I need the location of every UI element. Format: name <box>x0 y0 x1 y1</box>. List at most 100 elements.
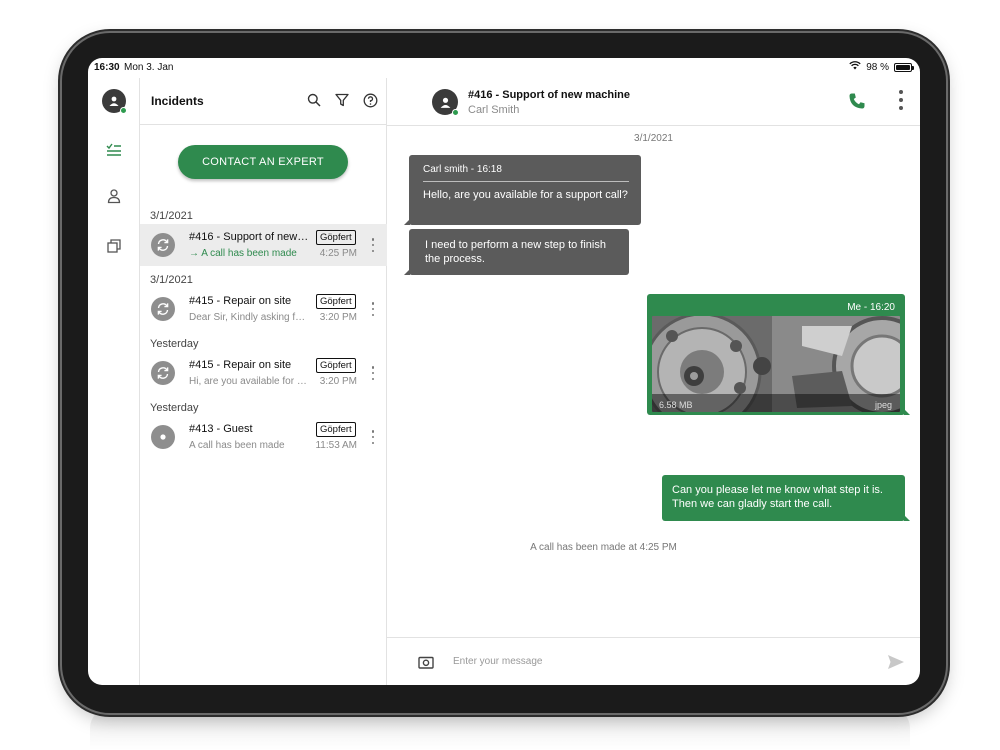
system-message: A call has been made at 4:25 PM <box>530 542 677 553</box>
filter-button[interactable] <box>332 90 352 110</box>
screen: 16:30 Mon 3. Jan 98 % Incidents CONTACT … <box>88 58 920 685</box>
bubble-tail <box>904 515 910 521</box>
message-input[interactable] <box>453 650 853 672</box>
group-date: 3/1/2021 <box>150 210 193 222</box>
file-size: 6.58 MB <box>659 400 693 410</box>
incident-title: #416 - Support of new machine <box>189 231 309 243</box>
status-date: Mon 3. Jan <box>124 62 174 73</box>
send-icon <box>888 655 904 669</box>
message-text: Can you please let me know what step it … <box>672 484 883 510</box>
panel-tools <box>304 90 380 110</box>
file-format: jpeg <box>874 400 892 410</box>
panel-title: Incidents <box>151 94 204 108</box>
status-icon <box>151 361 175 385</box>
battery-fill <box>896 64 910 70</box>
refresh-icon <box>157 239 169 251</box>
incident-title: #415 - Repair on site <box>189 359 292 371</box>
more-options-icon[interactable] <box>898 90 904 110</box>
status-icon <box>151 425 175 449</box>
camera-button[interactable] <box>417 655 435 669</box>
company-tag: Göpfert <box>316 294 356 309</box>
group-date: Yesterday <box>150 338 199 350</box>
filter-icon <box>335 93 349 107</box>
phone-icon <box>849 93 865 109</box>
contact-expert-button[interactable]: CONTACT AN EXPERT <box>178 145 348 179</box>
chat-date: 3/1/2021 <box>634 133 673 144</box>
incident-preview: A call has been made <box>189 440 285 451</box>
record-icon <box>160 434 166 440</box>
person-icon <box>107 189 121 204</box>
status-icon <box>151 297 175 321</box>
incident-item[interactable]: #413 - Guest A call has been made Göpfer… <box>140 416 387 458</box>
online-indicator <box>452 109 459 116</box>
search-icon <box>307 93 321 107</box>
nav-contacts[interactable] <box>104 186 124 206</box>
stage: 16:30 Mon 3. Jan 98 % Incidents CONTACT … <box>0 0 1000 750</box>
incident-title: #413 - Guest <box>189 423 253 435</box>
nav-sessions[interactable] <box>104 236 124 256</box>
photo-caption: 6.58 MB jpeg <box>652 394 900 412</box>
search-button[interactable] <box>304 90 324 110</box>
incident-title: #415 - Repair on site <box>189 295 292 307</box>
bubble-tail <box>904 409 910 415</box>
company-tag: Göpfert <box>316 358 356 373</box>
user-avatar[interactable] <box>102 89 127 114</box>
windows-icon <box>107 239 121 253</box>
chat-pane: #416 - Support of new machine Carl Smith… <box>387 78 920 685</box>
checklist-icon <box>106 143 121 156</box>
help-button[interactable] <box>360 90 380 110</box>
group-date: 3/1/2021 <box>150 274 193 286</box>
chat-title: #416 - Support of new machine <box>468 89 630 101</box>
incident-time: 3:20 PM <box>319 312 357 323</box>
online-indicator <box>120 107 127 114</box>
incident-item[interactable]: #416 - Support of new machine → A call h… <box>140 224 387 266</box>
more-options-icon[interactable] <box>371 238 375 252</box>
camera-icon <box>418 656 434 669</box>
incident-item[interactable]: #415 - Repair on site Dear Sir, Kindly a… <box>140 288 387 330</box>
wifi-icon <box>849 61 861 73</box>
message-author: Carl smith - 16:18 <box>423 164 502 175</box>
nav-incidents[interactable] <box>104 140 124 160</box>
more-options-icon[interactable] <box>371 302 375 316</box>
machine-photo[interactable]: 6.58 MB jpeg <box>652 316 900 412</box>
outgoing-message: Can you please let me know what step it … <box>662 475 910 521</box>
message-composer <box>387 637 920 685</box>
status-bar: 16:30 Mon 3. Jan 98 % <box>88 58 920 78</box>
status-time: 16:30 <box>94 62 120 73</box>
refresh-icon <box>157 367 169 379</box>
incident-time: 11:53 AM <box>315 440 357 451</box>
refresh-icon <box>157 303 169 315</box>
incident-preview: → A call has been made <box>189 248 297 259</box>
divider <box>140 124 387 125</box>
incident-item[interactable]: #415 - Repair on site Hi, are you availa… <box>140 352 387 394</box>
bubble-tail <box>404 269 410 275</box>
incident-preview: Hi, are you available for a call <box>189 376 307 387</box>
incidents-panel: Incidents CONTACT AN EXPERT 3/1/2021 #41… <box>140 78 387 685</box>
group-date: Yesterday <box>150 402 199 414</box>
incoming-message: Carl smith - 16:18 Hello, are you availa… <box>404 155 641 225</box>
status-right: 98 % <box>849 61 914 73</box>
user-icon <box>440 97 450 108</box>
company-tag: Göpfert <box>316 422 356 437</box>
message-text: I need to perform a new step to finish t… <box>425 239 606 265</box>
outgoing-image-message[interactable]: Me - 16:20 6.58 MB jpeg <box>647 294 910 415</box>
bubble-tail <box>404 219 410 225</box>
incident-time: 3:20 PM <box>319 376 357 387</box>
status-icon <box>151 233 175 257</box>
more-options-icon[interactable] <box>371 366 375 380</box>
message-text: Hello, are you available for a support c… <box>423 189 628 201</box>
send-button[interactable] <box>886 653 906 671</box>
message-separator <box>423 181 629 182</box>
battery-percent: 98 % <box>866 61 889 73</box>
user-icon <box>109 96 119 106</box>
chat-header: #416 - Support of new machine Carl Smith <box>387 78 920 126</box>
incoming-message: I need to perform a new step to finish t… <box>404 229 629 275</box>
battery-icon <box>894 62 914 72</box>
incident-time: 4:25 PM <box>319 248 357 259</box>
call-button[interactable] <box>846 90 868 112</box>
device-reflection <box>90 708 910 750</box>
more-options-icon[interactable] <box>371 430 375 444</box>
chat-subtitle: Carl Smith <box>468 104 520 116</box>
contact-avatar[interactable] <box>432 89 459 116</box>
nav-rail <box>88 78 140 685</box>
